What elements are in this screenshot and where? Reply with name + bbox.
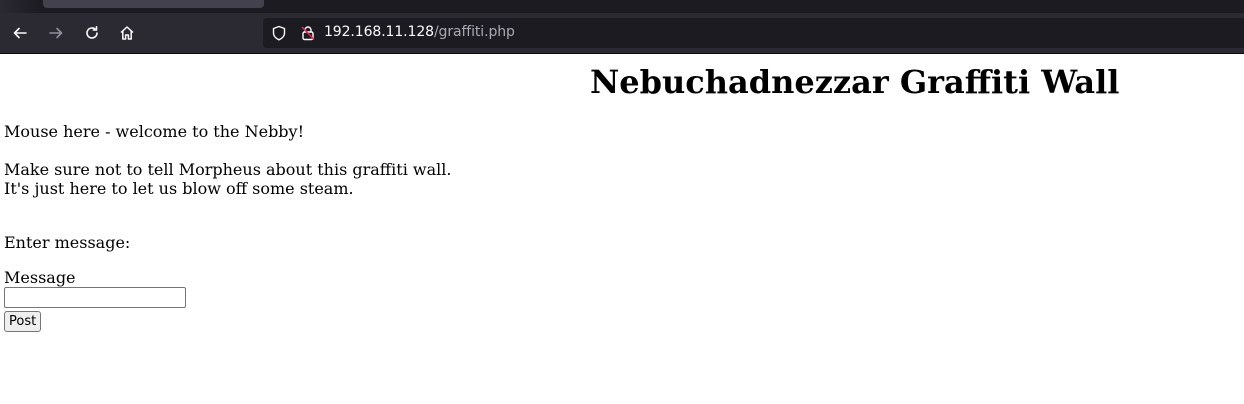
reload-button[interactable] (80, 21, 104, 45)
page-content: Nebuchadnezzar Graffiti Wall Mouse here … (0, 54, 1244, 404)
reload-icon (86, 26, 98, 39)
forward-button[interactable] (44, 21, 68, 45)
message-input[interactable] (4, 287, 186, 308)
back-button[interactable] (8, 21, 32, 45)
address-bar[interactable]: 192.168.11.128/graffiti.php (263, 18, 1244, 48)
home-button[interactable] (115, 21, 139, 45)
form-prompt: Enter message: (4, 233, 131, 252)
page-title: Nebuchadnezzar Graffiti Wall (590, 63, 1120, 101)
active-tab[interactable] (43, 0, 264, 8)
graffiti-post: Mouse here - welcome to the Nebby! (4, 122, 305, 141)
tab-strip-edge (0, 0, 40, 13)
lock-icon[interactable] (300, 25, 316, 41)
home-icon (120, 26, 134, 40)
url-text[interactable]: 192.168.11.128/graffiti.php (324, 24, 515, 40)
post-button[interactable]: Post (4, 311, 42, 332)
graffiti-post: Make sure not to tell Morpheus about thi… (4, 160, 452, 179)
shield-icon[interactable] (271, 25, 287, 41)
tab-strip (0, 0, 1244, 13)
back-arrow-icon (13, 27, 27, 39)
graffiti-post: It's just here to let us blow off some s… (4, 179, 354, 198)
url-host: 192.168.11.128 (324, 24, 434, 40)
url-path: /graffiti.php (433, 24, 515, 40)
message-label: Message (4, 268, 76, 287)
navigation-toolbar: 192.168.11.128/graffiti.php (0, 13, 1244, 54)
forward-arrow-icon (49, 27, 63, 39)
